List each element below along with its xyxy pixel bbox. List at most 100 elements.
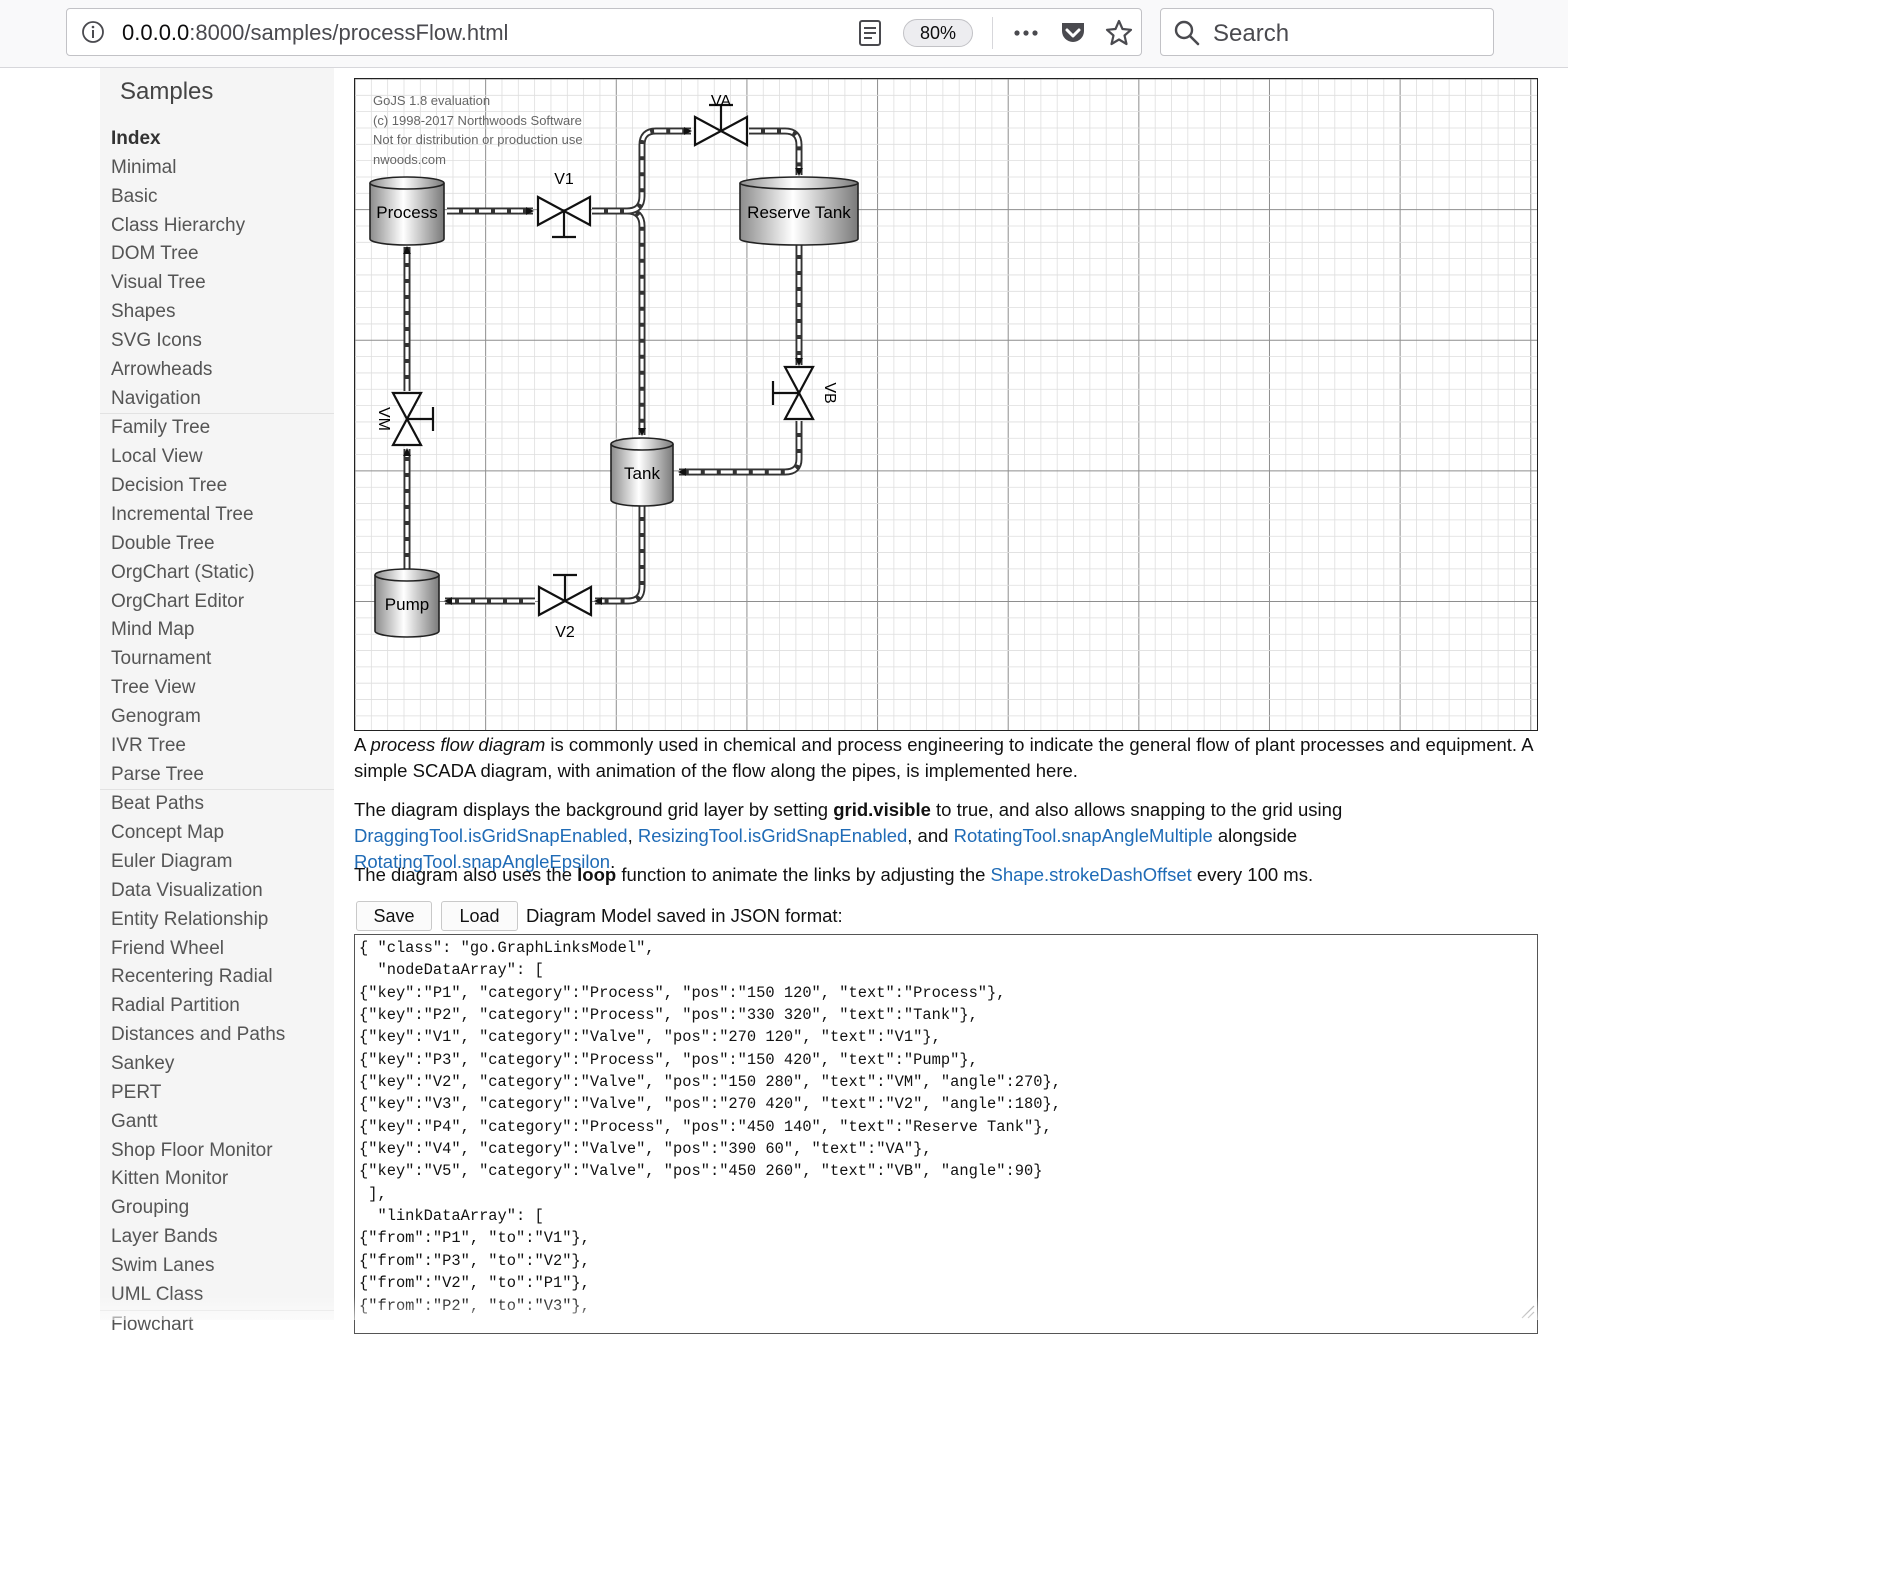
sidebar-list: Index Minimal Basic Class Hierarchy DOM Tree… <box>100 125 334 1339</box>
url-text[interactable]: 0.0.0.0:8000/samples/processFlow.html <box>122 20 508 46</box>
sidebar-item[interactable]: Decision Tree <box>100 472 334 501</box>
sidebar-item[interactable]: Recentering Radial <box>100 963 334 992</box>
sidebar-item[interactable]: Layer Bands <box>100 1223 334 1252</box>
sidebar-item[interactable]: Shapes <box>100 298 334 327</box>
sidebar-item[interactable]: Flowchart <box>100 1309 334 1340</box>
json-label: Diagram Model saved in JSON format: <box>526 905 843 926</box>
diagram-canvas[interactable]: Process Reserve Tank Tank Pump V1 VA VB V2 VM <box>355 79 1538 731</box>
sidebar-item[interactable]: Data Visualization <box>100 877 334 906</box>
process-node-top <box>369 176 445 190</box>
tank-node-top <box>610 437 674 451</box>
sidebar-item[interactable]: Swim Lanes <box>100 1252 334 1281</box>
tank-node[interactable]: Tank <box>610 437 674 507</box>
v2-valve-shape <box>537 573 593 617</box>
sidebar-item[interactable]: Index <box>100 125 334 154</box>
bookmark-star-icon[interactable] <box>1105 19 1133 47</box>
sidebar-item[interactable]: Tournament <box>100 645 334 674</box>
va-valve[interactable]: VA <box>693 93 749 147</box>
sidebar-item[interactable]: Class Hierarchy <box>100 212 334 241</box>
sidebar-item[interactable]: Parse Tree <box>100 761 334 790</box>
sidebar-item[interactable]: Friend Wheel <box>100 935 334 964</box>
sidebar-item[interactable]: Kitten Monitor <box>100 1165 334 1194</box>
text: The diagram displays the background grid… <box>354 799 834 820</box>
pipe-va-reserve <box>749 127 803 175</box>
json-line: { "class": "go.GraphLinksModel", <box>359 939 655 957</box>
sidebar-item[interactable]: SVG Icons <box>100 327 334 356</box>
zoom-indicator[interactable]: 80% <box>903 19 973 47</box>
sidebar-item[interactable]: Sankey <box>100 1050 334 1079</box>
json-line: {"from":"P3", "to":"V2"}, <box>359 1251 590 1270</box>
text: every 100 ms. <box>1191 864 1314 885</box>
vm-valve-shape <box>391 391 435 447</box>
pocket-icon[interactable] <box>1059 19 1087 47</box>
italic-term: process flow diagram <box>370 734 546 755</box>
sidebar-item[interactable]: Gantt <box>100 1108 334 1137</box>
save-button[interactable]: Save <box>356 901 432 931</box>
sidebar-item[interactable]: Euler Diagram <box>100 848 334 877</box>
sidebar-item[interactable]: IVR Tree <box>100 732 334 761</box>
sidebar-item[interactable]: Radial Partition <box>100 992 334 1021</box>
load-button[interactable]: Load <box>441 901 518 931</box>
vb-valve-label: VB <box>821 382 838 403</box>
sidebar-item[interactable]: Tree View <box>100 674 334 703</box>
resize-grip-icon[interactable] <box>1516 1302 1536 1320</box>
json-line: {"key":"V4", "category":"Valve", "pos":"… <box>359 1140 932 1159</box>
bold-term: grid.visible <box>833 799 931 820</box>
sidebar-item[interactable]: Family Tree <box>100 413 334 443</box>
nodes[interactable]: Process Reserve Tank Tank Pump V1 VA VB V2 VM <box>369 93 859 641</box>
vm-valve-label: VM <box>375 407 392 431</box>
json-line: ], <box>359 1184 387 1203</box>
sidebar-item[interactable]: OrgChart (Static) <box>100 559 334 588</box>
json-line: {"key":"V5", "category":"Valve", "pos":"… <box>359 1162 1043 1181</box>
sidebar-item[interactable]: Beat Paths <box>100 789 334 819</box>
sidebar-item[interactable]: Distances and Paths <box>100 1021 334 1050</box>
sidebar-item[interactable]: Double Tree <box>100 530 334 559</box>
v1-valve-shape <box>536 195 592 239</box>
link-strokedashoffset[interactable]: Shape.strokeDashOffset <box>991 864 1192 885</box>
v2-valve-left <box>562 585 593 617</box>
sidebar-item[interactable]: Basic <box>100 183 334 212</box>
pump-node-label: Pump <box>385 595 429 614</box>
watermark-line: Not for distribution or production use <box>373 132 583 148</box>
sidebar-item[interactable]: Incremental Tree <box>100 501 334 530</box>
json-line: "linkDataArray": [ <box>359 1207 544 1226</box>
vb-valve-shape <box>771 365 815 421</box>
background-grid <box>355 79 1537 730</box>
sidebar-item[interactable]: Navigation <box>100 385 334 414</box>
v1-valve[interactable]: V1 <box>536 171 592 239</box>
json-line: {"key":"V3", "category":"Valve", "pos":"… <box>359 1095 1061 1114</box>
text: to true, and also allows snapping to the… <box>930 799 1343 820</box>
pipe-va-reserve-arrow <box>795 168 803 176</box>
sidebar-item[interactable]: Local View <box>100 443 334 472</box>
search-bar[interactable]: Search <box>1160 8 1494 56</box>
sidebar-item[interactable]: Concept Map <box>100 819 334 848</box>
sidebar-item[interactable]: UML Class <box>100 1281 334 1310</box>
sidebar-item[interactable]: PERT <box>100 1079 334 1108</box>
sidebar-title: Samples <box>120 78 214 105</box>
sidebar-item[interactable]: Grouping <box>100 1194 334 1223</box>
sidebar-item[interactable]: Arrowheads <box>100 356 334 385</box>
reserve-tank-node[interactable]: Reserve Tank <box>739 176 859 246</box>
pipe-v1-tank-flow <box>592 209 644 435</box>
json-textarea[interactable]: { "class": "go.GraphLinksModel", "nodeDa… <box>354 934 1538 1334</box>
sidebar-item[interactable]: Shop Floor Monitor <box>100 1137 334 1166</box>
link-snapanglemultiple[interactable]: RotatingTool.snapAngleMultiple <box>954 825 1213 846</box>
sidebar-item[interactable]: OrgChart Editor <box>100 588 334 617</box>
more-actions-icon[interactable] <box>1011 21 1041 45</box>
json-line: {"key":"V1", "category":"Valve", "pos":"… <box>359 1028 941 1047</box>
sidebar-item[interactable]: Minimal <box>100 154 334 183</box>
link-resizingtool[interactable]: ResizingTool.isGridSnapEnabled <box>638 825 907 846</box>
sidebar-item[interactable]: Genogram <box>100 703 334 732</box>
pump-node[interactable]: Pump <box>374 568 440 638</box>
process-flow-diagram[interactable]: Process Reserve Tank Tank Pump V1 VA VB V2 VM Go… <box>354 78 1538 731</box>
url-bar[interactable]: 0.0.0.0:8000/samples/processFlow.html 80… <box>66 8 1142 56</box>
samples-sidebar: Samples Index Minimal Basic Class Hierarchy… <box>100 68 334 1335</box>
process-node[interactable]: Process <box>369 176 445 246</box>
link-draggingtool[interactable]: DraggingTool.isGridSnapEnabled <box>354 825 628 846</box>
sidebar-item[interactable]: Visual Tree <box>100 269 334 298</box>
info-icon[interactable] <box>81 20 105 44</box>
sidebar-item[interactable]: DOM Tree <box>100 240 334 269</box>
sidebar-item[interactable]: Mind Map <box>100 616 334 645</box>
reader-view-icon[interactable] <box>857 19 883 47</box>
sidebar-item[interactable]: Entity Relationship <box>100 906 334 935</box>
